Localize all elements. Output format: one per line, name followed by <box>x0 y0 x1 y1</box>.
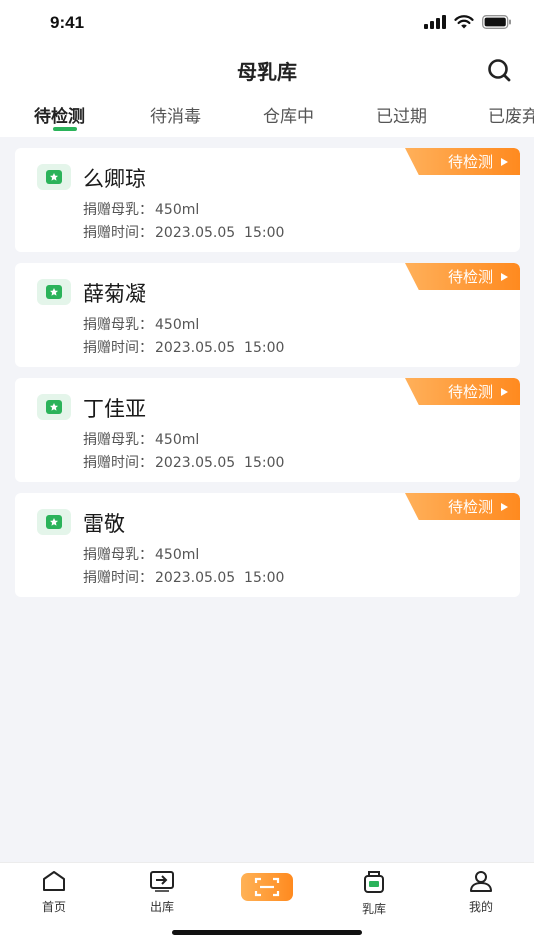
donation-amount-row: 捐赠母乳： 450ml <box>83 199 199 219</box>
donation-time: 2023.05.05 15:00 <box>155 225 285 241</box>
user-icon <box>470 871 492 892</box>
tabbar-label-home: 首页 <box>41 900 66 914</box>
donation-time-label: 捐赠时间： <box>83 225 153 241</box>
play-arrow-icon <box>501 272 508 281</box>
donation-time: 2023.05.05 15:00 <box>155 455 285 471</box>
donor-name: 薛菊凝 <box>83 282 146 306</box>
donation-amount-label: 捐赠母乳： <box>83 317 153 333</box>
bottom-tab-bar: 首页 出库 乳库 我的 <box>0 862 534 950</box>
donation-amount-row: 捐赠母乳： 450ml <box>83 544 199 564</box>
donation-time-row: 捐赠时间： 2023.05.05 15:00 <box>83 222 284 242</box>
donation-amount-row: 捐赠母乳： 450ml <box>83 314 199 334</box>
donation-time: 2023.05.05 15:00 <box>155 570 285 586</box>
donation-amount: 450ml <box>155 547 200 563</box>
donation-amount: 450ml <box>155 432 200 448</box>
page-title: 母乳库 <box>237 60 297 84</box>
battery-icon <box>482 15 511 29</box>
donation-time-label: 捐赠时间： <box>83 570 153 586</box>
nav-bar: 母乳库 <box>0 48 534 92</box>
play-arrow-icon <box>501 502 508 511</box>
active-tab-indicator <box>53 127 77 131</box>
donation-time-label: 捐赠时间： <box>83 340 153 356</box>
tab-in-storage[interactable]: 仓库中 <box>263 102 314 127</box>
tabbar-label-library: 乳库 <box>361 902 386 916</box>
donation-time-row: 捐赠时间： 2023.05.05 15:00 <box>83 337 284 357</box>
donor-icon <box>37 394 71 420</box>
milk-library-icon <box>364 871 384 893</box>
cellular-signal-icon <box>424 15 446 29</box>
status-time: 9:41 <box>50 13 85 32</box>
donor-name: 雷敬 <box>83 512 125 536</box>
donation-time: 2023.05.05 15:00 <box>155 340 285 356</box>
status-badge-label: 待检测 <box>447 268 493 286</box>
tabbar-label-mine: 我的 <box>468 900 493 914</box>
status-badge[interactable]: 待检测 <box>405 493 520 520</box>
status-bar: 9:41 <box>0 0 534 48</box>
tabbar-item-home[interactable]: 首页 <box>14 870 94 915</box>
search-button[interactable] <box>484 55 514 85</box>
status-tabs: 待检测 待消毒 仓库中 已过期 已废弃 <box>0 92 534 137</box>
scan-button[interactable] <box>241 873 293 901</box>
search-icon <box>488 59 511 82</box>
donation-card[interactable]: 待检测 么卿琼 捐赠母乳： 450ml 捐赠时间： 2023.05.05 15:00 <box>15 148 520 252</box>
donation-card[interactable]: 待检测 薛菊凝 捐赠母乳： 450ml 捐赠时间： 2023.05.05 15:00 <box>15 263 520 367</box>
home-indicator <box>172 930 362 935</box>
tab-discarded[interactable]: 已废弃 <box>488 102 534 127</box>
play-arrow-icon <box>501 387 508 396</box>
donation-time-label: 捐赠时间： <box>83 455 153 471</box>
donation-amount: 450ml <box>155 202 200 218</box>
donation-amount-label: 捐赠母乳： <box>83 202 153 218</box>
donation-time-row: 捐赠时间： 2023.05.05 15:00 <box>83 567 284 587</box>
status-badge-label: 待检测 <box>447 498 493 516</box>
status-badge[interactable]: 待检测 <box>405 378 520 405</box>
tabbar-label-out: 出库 <box>149 900 174 914</box>
tab-pending-disinfect[interactable]: 待消毒 <box>150 102 201 127</box>
scan-icon <box>254 877 280 897</box>
status-icons <box>424 15 512 29</box>
donor-icon <box>37 509 71 535</box>
status-badge[interactable]: 待检测 <box>405 148 520 175</box>
donation-card[interactable]: 待检测 丁佳亚 捐赠母乳： 450ml 捐赠时间： 2023.05.05 15:00 <box>15 378 520 482</box>
status-badge-label: 待检测 <box>447 383 493 401</box>
donation-time-row: 捐赠时间： 2023.05.05 15:00 <box>83 452 284 472</box>
donation-amount-label: 捐赠母乳： <box>83 432 153 448</box>
donation-amount-row: 捐赠母乳： 450ml <box>83 429 199 449</box>
tabbar-item-mine[interactable]: 我的 <box>441 870 521 915</box>
tab-pending-test[interactable]: 待检测 <box>34 102 85 127</box>
wifi-icon <box>454 15 474 29</box>
donation-amount: 450ml <box>155 317 200 333</box>
tabbar-item-out[interactable]: 出库 <box>122 870 202 915</box>
status-badge-label: 待检测 <box>447 153 493 171</box>
status-badge[interactable]: 待检测 <box>405 263 520 290</box>
donation-card[interactable]: 待检测 雷敬 捐赠母乳： 450ml 捐赠时间： 2023.05.05 15:00 <box>15 493 520 597</box>
donor-icon <box>37 164 71 190</box>
donation-amount-label: 捐赠母乳： <box>83 547 153 563</box>
donor-icon <box>37 279 71 305</box>
tab-expired[interactable]: 已过期 <box>376 102 427 127</box>
export-icon <box>150 871 174 892</box>
tabbar-item-library[interactable]: 乳库 <box>334 870 414 917</box>
top-area: 9:41 母乳库 待检测 待消毒 仓库中 已过期 已废弃 <box>0 0 534 137</box>
home-icon <box>43 871 65 891</box>
play-arrow-icon <box>501 157 508 166</box>
donor-name: 么卿琼 <box>83 167 146 191</box>
donor-name: 丁佳亚 <box>83 397 146 421</box>
